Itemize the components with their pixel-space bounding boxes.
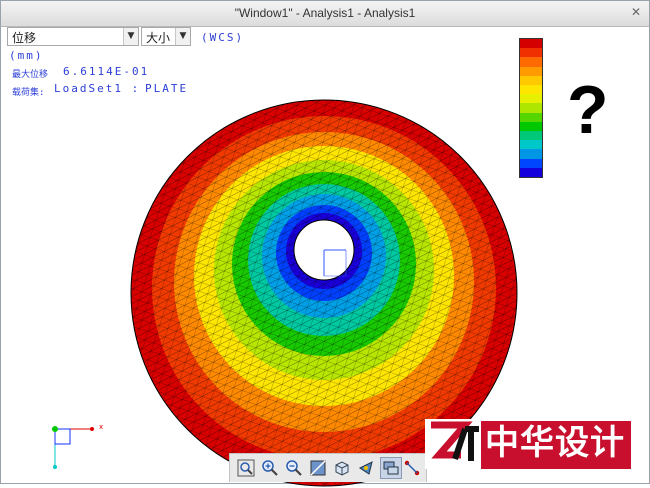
chevron-down-icon[interactable]: ▼: [175, 28, 190, 45]
x-axis-label: x: [99, 423, 104, 431]
display-icon[interactable]: [380, 457, 402, 479]
component-value: 大小: [146, 31, 171, 45]
max-displacement-value: 6.6114E-01: [63, 65, 150, 78]
unit-label: (mm): [9, 49, 44, 62]
chevron-down-icon[interactable]: ▼: [123, 28, 138, 45]
view-toolbar: [229, 453, 427, 482]
shading-icon[interactable]: [308, 458, 328, 478]
zoom-out-icon[interactable]: [284, 458, 304, 478]
quantity-value: 位移: [12, 31, 37, 45]
mesh-display-icon[interactable]: [402, 458, 422, 478]
question-mark: ?: [567, 72, 609, 148]
model-name: PLATE: [145, 82, 189, 95]
color-legend-bar: [519, 38, 543, 178]
coordinate-triad: [52, 426, 94, 469]
coord-system-label: (WCS): [201, 31, 245, 44]
max-displacement-label: 最大位移: [12, 70, 49, 80]
title-bar: "Window1" - Analysis1 - Analysis1 ✕: [1, 1, 649, 27]
close-icon[interactable]: ✕: [631, 5, 641, 19]
legend-band: [520, 167, 542, 178]
window-title: "Window1" - Analysis1 - Analysis1: [234, 6, 416, 20]
loadset-label: 载荷集:: [12, 88, 45, 98]
zoom-in-icon[interactable]: [260, 458, 280, 478]
component-dropdown[interactable]: 大小 ▼: [141, 27, 191, 46]
orient-icon[interactable]: [332, 458, 352, 478]
watermark-text: 中华设计: [485, 423, 625, 463]
loadset-value: LoadSet1 :: [54, 82, 141, 95]
quantity-dropdown[interactable]: 位移 ▼: [7, 27, 139, 46]
analysis-window: "Window1" - Analysis1 - Analysis1 ✕ 位移 ▼…: [0, 0, 650, 488]
zoom-fit-icon[interactable]: [236, 458, 256, 478]
view-rotate-icon[interactable]: [356, 458, 376, 478]
